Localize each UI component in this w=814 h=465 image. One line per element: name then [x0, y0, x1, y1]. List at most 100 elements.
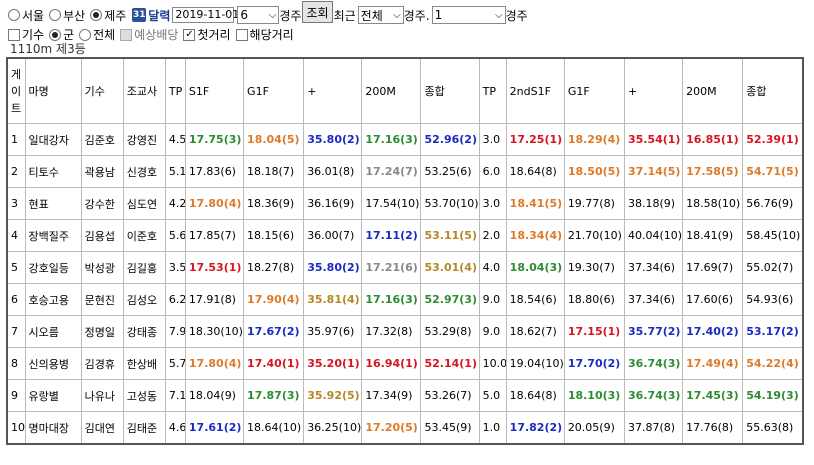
- expected-odds-checkbox: [120, 28, 133, 41]
- race-number-select[interactable]: 6 ⌵: [237, 6, 280, 24]
- recent-select[interactable]: 전체 ⌵: [357, 6, 404, 24]
- table-row: 7 시오름 정명일 강태종 7.9 18.30(10) 17.67(2) 35.97(6) 17…: [6, 315, 804, 348]
- cell-trainer: 김길홍: [122, 251, 166, 284]
- cell-g1f-2: 20.05(9): [563, 411, 625, 445]
- cell-horse-name: 유랑별: [24, 379, 82, 412]
- cell-jockey: 김용섭: [80, 219, 124, 252]
- cell-tp-2: 1.0: [478, 411, 507, 445]
- cell-total: 52.14(1): [420, 347, 480, 380]
- jockey-checkbox[interactable]: [8, 28, 20, 41]
- cell-plus: 36.01(8): [303, 155, 363, 188]
- cell-g1f: 17.90(4): [243, 283, 305, 316]
- cell-200m: 16.94(1): [361, 347, 422, 380]
- cell-2nd-s1f: 18.04(3): [505, 251, 565, 284]
- cell-plus-2: 35.54(1): [623, 123, 684, 156]
- cell-tp: 5.6: [164, 219, 186, 252]
- cell-plus: 36.25(10): [303, 411, 363, 445]
- cell-jockey: 김경휴: [80, 347, 124, 380]
- cell-s1f: 17.80(4): [184, 347, 245, 380]
- cell-2nd-s1f: 18.34(4): [505, 219, 565, 252]
- recent-label: 최근: [333, 8, 356, 23]
- header-gate-line: 게: [11, 67, 22, 81]
- cell-tp-2: 4.0: [478, 251, 507, 284]
- cell-trainer: 고성동: [122, 379, 166, 412]
- radio-jeju[interactable]: [90, 9, 103, 21]
- table-row: 5 강호일등 박성광 김길홍 3.5 17.53(1) 18.27(8) 35.80(2) 17…: [6, 251, 804, 284]
- cell-horse-name: 강호일등: [24, 251, 82, 284]
- cell-200m: 17.34(9): [361, 379, 422, 412]
- count-suffix: 경주: [505, 8, 528, 23]
- cell-g1f-2: 19.77(8): [563, 187, 625, 220]
- cell-jockey: 나유나: [80, 379, 124, 412]
- cell-s1f: 17.85(7): [184, 219, 245, 252]
- cell-horse-name: 장백질주: [24, 219, 82, 252]
- applicable-distance-label: 해당거리: [249, 28, 294, 42]
- radio-jeju-label: 제주: [104, 8, 127, 23]
- header-g1f: G1F: [243, 57, 305, 124]
- chevron-down-icon: ⌵: [268, 9, 277, 21]
- cell-horse-name: 명마대장: [24, 411, 82, 445]
- expected-odds-label: 예상배당: [134, 28, 179, 42]
- cell-g1f: 18.04(5): [243, 123, 305, 156]
- race-suffix: 경주: [279, 8, 302, 23]
- cell-horse-name: 현표: [24, 187, 82, 220]
- radio-seoul[interactable]: [8, 9, 20, 21]
- cell-trainer: 김태준: [122, 411, 166, 445]
- cell-jockey: 곽용남: [80, 155, 124, 188]
- cell-gate: 3: [6, 187, 26, 220]
- cell-plus-2: 38.18(9): [623, 187, 684, 220]
- cell-gate: 9: [6, 379, 26, 412]
- cell-2nd-s1f: 18.41(5): [505, 187, 565, 220]
- cell-plus-2: 35.77(2): [623, 315, 684, 348]
- radio-seoul-label: 서울: [22, 8, 45, 23]
- cell-plus-2: 37.34(6): [623, 283, 684, 316]
- radio-busan[interactable]: [49, 9, 62, 21]
- cell-gate: 4: [6, 219, 26, 252]
- count-select[interactable]: 1 ⌵: [431, 6, 506, 24]
- search-button[interactable]: 조회: [302, 1, 333, 23]
- cell-jockey: 강수한: [80, 187, 124, 220]
- cell-tp: 4.6: [164, 411, 186, 445]
- cell-tp: 4.5: [164, 123, 186, 156]
- table-row: 6 호승고용 문현진 김성오 6.2 17.91(8) 17.90(4) 35.81(4) 17…: [6, 283, 804, 316]
- cell-g1f: 18.36(9): [243, 187, 305, 220]
- header-trainer: 조교사: [122, 57, 166, 124]
- cell-200m: 17.11(2): [361, 219, 422, 252]
- calendar-label[interactable]: 달력: [148, 7, 170, 24]
- cell-jockey: 김준호: [80, 123, 124, 156]
- radio-all[interactable]: [79, 28, 92, 41]
- cell-gate: 10: [6, 411, 26, 445]
- cell-2nd-s1f: 18.64(8): [505, 155, 565, 188]
- calendar-icon[interactable]: 31: [132, 8, 147, 22]
- cell-total: 52.97(3): [420, 283, 480, 316]
- cell-total-2: 54.22(4): [742, 347, 804, 380]
- cell-gate: 1: [6, 123, 26, 156]
- cell-horse-name: 호승고용: [24, 283, 82, 316]
- cell-horse-name: 티토수: [24, 155, 82, 188]
- cell-tp: 7.1: [164, 379, 186, 412]
- cell-tp: 7.9: [164, 315, 186, 348]
- first-distance-checkbox[interactable]: ✓: [183, 28, 196, 41]
- cell-g1f-2: 21.70(10): [563, 219, 625, 252]
- cell-plus: 35.20(1): [303, 347, 363, 380]
- cell-200m: 17.32(8): [361, 315, 422, 348]
- header-horse-name: 마명: [24, 57, 82, 124]
- date-input[interactable]: 2019-11-01: [172, 7, 239, 23]
- table-row: 2 티토수 곽용남 신경호 5.1 17.83(6) 18.18(7) 36.01(8) 17.…: [6, 155, 804, 188]
- cell-s1f: 17.80(4): [184, 187, 245, 220]
- radio-gun[interactable]: [49, 28, 62, 41]
- cell-tp: 5.1: [164, 155, 186, 188]
- race-info: 1110m 제3등: [10, 42, 86, 56]
- cell-tp-2: 3.0: [478, 187, 507, 220]
- cell-g1f: 17.40(1): [243, 347, 305, 380]
- cell-tp: 3.5: [164, 251, 186, 284]
- cell-2nd-s1f: 19.04(10): [505, 347, 565, 380]
- cell-total-2: 52.39(1): [742, 123, 804, 156]
- cell-plus-2: 37.14(5): [623, 155, 684, 188]
- cell-plus: 35.97(6): [303, 315, 363, 348]
- applicable-distance-checkbox[interactable]: [235, 28, 248, 41]
- cell-horse-name: 신의용병: [24, 347, 82, 380]
- cell-horse-name: 시오름: [24, 315, 82, 348]
- cell-2nd-s1f: 18.64(8): [505, 379, 565, 412]
- header-jockey: 기수: [80, 57, 124, 124]
